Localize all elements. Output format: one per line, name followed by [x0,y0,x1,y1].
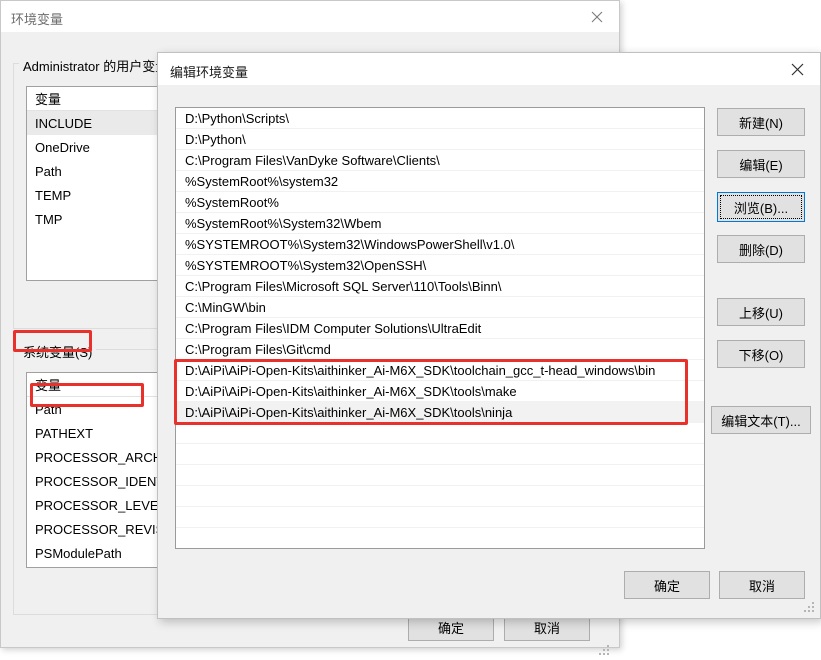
list-item-empty[interactable] [176,444,704,465]
list-item[interactable]: D:\AiPi\AiPi-Open-Kits\aithinker_Ai-M6X_… [176,402,704,423]
delete-button[interactable]: 删除(D) [717,235,805,263]
list-item-empty[interactable] [176,465,704,486]
system-variables-group-label: 系统变量(S) [19,342,97,361]
list-item-empty[interactable] [176,486,704,507]
background-titlebar: 环境变量 [1,1,619,32]
list-item[interactable]: C:\MinGW\bin [176,297,704,318]
background-resize-grip[interactable] [599,645,611,657]
browse-button[interactable]: 浏览(B)... [717,192,805,222]
list-item[interactable]: %SystemRoot%\system32 [176,171,704,192]
list-item[interactable]: %SYSTEMROOT%\System32\WindowsPowerShell\… [176,234,704,255]
list-item[interactable]: C:\Program Files\VanDyke Software\Client… [176,150,704,171]
list-item[interactable]: %SystemRoot% [176,192,704,213]
list-item[interactable]: %SystemRoot%\System32\Wbem [176,213,704,234]
list-item-empty[interactable] [176,507,704,528]
list-item[interactable]: D:\AiPi\AiPi-Open-Kits\aithinker_Ai-M6X_… [176,360,704,381]
move-up-button[interactable]: 上移(U) [717,298,805,326]
close-icon[interactable] [575,1,619,32]
edit-dialog-ok-button[interactable]: 确定 [624,571,710,599]
edit-dialog-titlebar: 编辑环境变量 [158,53,820,85]
edit-dialog-cancel-button[interactable]: 取消 [719,571,805,599]
edit-dialog-title: 编辑环境变量 [170,65,249,80]
list-item[interactable]: %SYSTEMROOT%\System32\OpenSSH\ [176,255,704,276]
list-item-empty[interactable] [176,528,704,548]
list-item-empty[interactable] [176,423,704,444]
list-item[interactable]: C:\Program Files\Microsoft SQL Server\11… [176,276,704,297]
edit-button[interactable]: 编辑(E) [717,150,805,178]
list-item[interactable]: C:\Program Files\IDM Computer Solutions\… [176,318,704,339]
close-icon[interactable] [774,53,820,85]
background-window-title: 环境变量 [11,12,64,27]
edit-environment-variable-dialog: 编辑环境变量 D:\Python\Scripts\ D:\Python\ C:\… [157,52,821,619]
new-button[interactable]: 新建(N) [717,108,805,136]
list-item[interactable]: D:\Python\ [176,129,704,150]
move-down-button[interactable]: 下移(O) [717,340,805,368]
list-item[interactable]: C:\Program Files\Git\cmd [176,339,704,360]
list-item[interactable]: D:\AiPi\AiPi-Open-Kits\aithinker_Ai-M6X_… [176,381,704,402]
edit-dialog-resize-grip[interactable] [804,602,816,614]
edit-text-button[interactable]: 编辑文本(T)... [711,406,811,434]
path-entries-listbox[interactable]: D:\Python\Scripts\ D:\Python\ C:\Program… [175,107,705,549]
list-item[interactable]: D:\Python\Scripts\ [176,108,704,129]
